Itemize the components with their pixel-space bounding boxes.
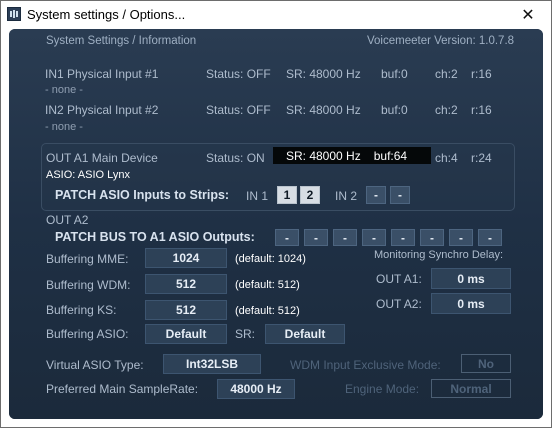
patch-in2-ch1-button[interactable]: - bbox=[366, 186, 386, 204]
in1-ch: ch:2 bbox=[435, 67, 458, 81]
in2-buf: buf:0 bbox=[381, 103, 408, 117]
out-a1-name[interactable]: OUT A1 Main Device bbox=[46, 151, 158, 165]
patch-bus-output-5-button[interactable]: - bbox=[391, 229, 415, 246]
buffering-wdm-label: Buffering WDM: bbox=[46, 278, 131, 292]
buffering-asio-label: Buffering ASIO: bbox=[46, 327, 129, 341]
patch-bus-output-6-button[interactable]: - bbox=[420, 229, 444, 246]
samplerate-value[interactable]: 48000 Hz bbox=[217, 379, 295, 399]
buffering-wdm-value[interactable]: 512 bbox=[145, 274, 227, 294]
asio-sr-label: SR: bbox=[235, 327, 256, 341]
patch-in1-ch1-button[interactable]: 1 bbox=[277, 186, 297, 204]
asio-sr-value[interactable]: Default bbox=[265, 324, 345, 344]
window-title: System settings / Options... bbox=[27, 7, 186, 22]
synchro-a2-value[interactable]: 0 ms bbox=[431, 293, 511, 314]
patch-in2-label: IN 2 bbox=[335, 189, 358, 203]
in1-device: - none - bbox=[45, 84, 83, 96]
samplerate-label: Preferred Main SampleRate: bbox=[46, 382, 199, 396]
wdm-exclusive-label: WDM Input Exclusive Mode: bbox=[290, 358, 441, 372]
title-bar: System settings / Options... ✕ bbox=[1, 1, 551, 29]
in1-r: r:16 bbox=[471, 67, 492, 81]
buffering-mme-default: (default: 1024) bbox=[235, 253, 306, 265]
patch-bus-outputs-label: PATCH BUS TO A1 ASIO Outputs: bbox=[55, 230, 255, 244]
patch-bus-output-2-button[interactable]: - bbox=[304, 229, 328, 246]
settings-panel: System Settings / Information Voicemeete… bbox=[9, 29, 543, 419]
in2-r: r:16 bbox=[471, 103, 492, 117]
out-a1-r: r:24 bbox=[471, 151, 492, 165]
buffering-mme-label: Buffering MME: bbox=[46, 252, 129, 266]
out-a1-device: ASIO: ASIO Lynx bbox=[46, 169, 130, 181]
in1-name: IN1 Physical Input #1 bbox=[45, 67, 159, 81]
out-a1-info-bar: SR: 48000 Hz buf:64 bbox=[273, 147, 431, 164]
virtual-asio-label: Virtual ASIO Type: bbox=[46, 358, 144, 372]
patch-in2-ch2-button[interactable]: - bbox=[390, 186, 410, 204]
patch-bus-output-1-button[interactable]: - bbox=[275, 229, 299, 246]
patch-asio-inputs-label: PATCH ASIO Inputs to Strips: bbox=[55, 188, 230, 202]
patch-in1-ch2-button[interactable]: 2 bbox=[300, 186, 320, 204]
wdm-exclusive-value: No bbox=[461, 354, 511, 373]
synchro-a2-label: OUT A2: bbox=[376, 297, 422, 311]
in2-device: - none - bbox=[45, 121, 83, 133]
buffering-ks-label: Buffering KS: bbox=[46, 303, 117, 317]
patch-bus-output-7-button[interactable]: - bbox=[449, 229, 473, 246]
buffering-ks-default: (default: 512) bbox=[235, 305, 300, 317]
in2-name: IN2 Physical Input #2 bbox=[45, 103, 159, 117]
buffering-asio-value[interactable]: Default bbox=[145, 324, 227, 344]
voicemeeter-app-icon bbox=[7, 7, 21, 21]
virtual-asio-value[interactable]: Int32LSB bbox=[163, 354, 261, 374]
settings-window: System settings / Options... ✕ System Se… bbox=[0, 0, 552, 428]
in2-status: Status: OFF bbox=[206, 103, 271, 117]
engine-mode-value: Normal bbox=[431, 379, 511, 398]
patch-bus-output-4-button[interactable]: - bbox=[362, 229, 386, 246]
in2-sr: SR: 48000 Hz bbox=[286, 103, 361, 117]
close-icon[interactable]: ✕ bbox=[505, 1, 551, 29]
buffering-mme-value[interactable]: 1024 bbox=[145, 248, 227, 268]
out-a1-buf: buf:64 bbox=[373, 148, 408, 163]
patch-bus-output-3-button[interactable]: - bbox=[333, 229, 357, 246]
patch-bus-output-8-button[interactable]: - bbox=[478, 229, 502, 246]
in1-buf: buf:0 bbox=[381, 67, 408, 81]
buffering-ks-value[interactable]: 512 bbox=[145, 300, 227, 320]
synchro-a1-label: OUT A1: bbox=[376, 272, 422, 286]
out-a1-sr: SR: 48000 Hz bbox=[286, 148, 361, 163]
section-title: System Settings / Information bbox=[46, 35, 197, 47]
buffering-wdm-default: (default: 512) bbox=[235, 279, 300, 291]
engine-mode-label: Engine Mode: bbox=[345, 382, 420, 396]
out-a1-status: Status: ON bbox=[206, 151, 265, 165]
version-label: Voicemeeter Version: 1.0.7.8 bbox=[367, 35, 515, 47]
synchro-delay-title: Monitoring Synchro Delay: bbox=[374, 249, 504, 261]
out-a2-name[interactable]: OUT A2 bbox=[46, 213, 88, 227]
out-a1-ch: ch:4 bbox=[435, 151, 458, 165]
synchro-a1-value[interactable]: 0 ms bbox=[431, 268, 511, 289]
in1-sr: SR: 48000 Hz bbox=[286, 67, 361, 81]
in2-ch: ch:2 bbox=[435, 103, 458, 117]
patch-in1-label: IN 1 bbox=[246, 189, 269, 203]
in1-status: Status: OFF bbox=[206, 67, 271, 81]
